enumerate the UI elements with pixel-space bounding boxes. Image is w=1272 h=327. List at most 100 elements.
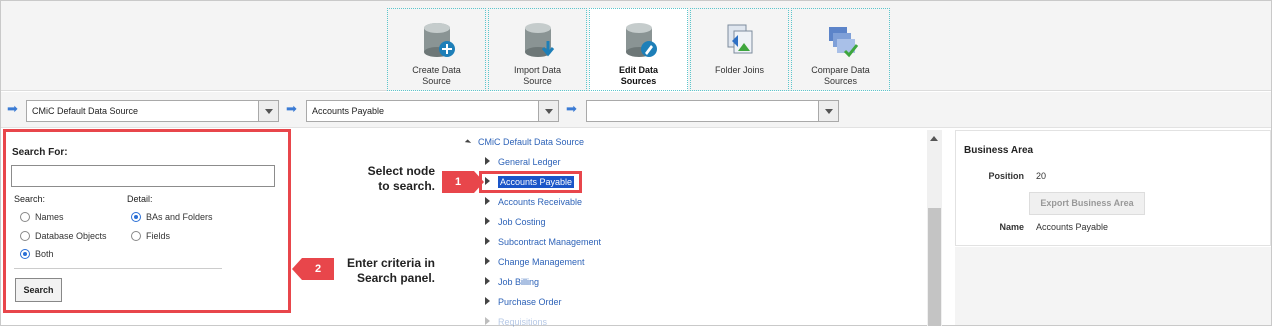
- radio-names[interactable]: Names: [20, 212, 64, 222]
- business-area-title: Business Area: [964, 145, 1034, 156]
- tree-node-label: Job Costing: [498, 217, 546, 227]
- compare-data-sources-button[interactable]: Compare Data Sources: [791, 8, 890, 91]
- tree-node-label: Change Management: [498, 257, 585, 267]
- position-label: Position: [988, 171, 1025, 181]
- radio-label: Database Objects: [35, 231, 107, 241]
- database-add-icon: [424, 23, 455, 57]
- callout-1-text: Select node to search.: [340, 164, 435, 194]
- radio-button[interactable]: [131, 212, 141, 222]
- tool-label: Source: [523, 76, 552, 86]
- collapsed-icon[interactable]: [485, 197, 490, 205]
- collapsed-icon[interactable]: [485, 257, 490, 265]
- radio-label: BAs and Folders: [146, 212, 213, 222]
- tree-node-label: Accounts Payable: [498, 176, 575, 188]
- tool-label: Sources: [823, 76, 858, 86]
- radio-label: Names: [35, 212, 64, 222]
- callout-2-line-2: Search panel.: [356, 271, 435, 285]
- radio-label: Both: [35, 249, 54, 259]
- radio-button[interactable]: [20, 249, 30, 259]
- selector-row: ➡ CMiC Default Data Source ➡ Accounts Pa…: [1, 92, 1271, 128]
- callout-2-line-1: Enter criteria in: [346, 256, 435, 270]
- folder-select[interactable]: [586, 100, 839, 122]
- collapsed-icon[interactable]: [485, 297, 490, 305]
- tree-node[interactable]: Job Billing: [485, 277, 539, 287]
- callout-2-text: Enter criteria in Search panel.: [330, 256, 435, 286]
- scroll-up-icon[interactable]: [930, 136, 938, 141]
- tree-node[interactable]: Purchase Order: [485, 297, 562, 307]
- tree-node-label: Subcontract Management: [498, 237, 602, 247]
- panel-background: [955, 247, 1271, 325]
- chevron-down-icon[interactable]: [818, 101, 838, 121]
- radio-label: Fields: [146, 231, 171, 241]
- tree-node-label: Accounts Receivable: [498, 197, 583, 207]
- expanded-icon[interactable]: [464, 139, 472, 146]
- search-panel-title: Search For:: [12, 147, 68, 158]
- tree-scrollbar[interactable]: [927, 130, 942, 326]
- tool-label: Sources: [620, 76, 657, 86]
- collapsed-icon[interactable]: [485, 157, 490, 165]
- callout-1-line-1: Select node: [367, 164, 435, 178]
- radio-database-objects[interactable]: Database Objects: [20, 231, 107, 241]
- collapsed-icon[interactable]: [485, 277, 490, 285]
- tree-node-label: Purchase Order: [498, 297, 562, 307]
- search-input[interactable]: [11, 165, 275, 187]
- tree-node[interactable]: Accounts Receivable: [485, 197, 582, 207]
- collapsed-icon[interactable]: [485, 317, 490, 325]
- arrow-right-icon: ➡: [7, 101, 18, 116]
- arrow-right-icon: ➡: [566, 101, 577, 116]
- name-value: Accounts Payable: [1036, 222, 1109, 232]
- position-value: 20: [1036, 171, 1047, 181]
- business-area-select[interactable]: Accounts Payable: [306, 100, 559, 122]
- tool-label: Edit Data: [618, 65, 658, 75]
- folder-joins-button[interactable]: Folder Joins: [690, 8, 789, 91]
- radio-bas-and-folders[interactable]: BAs and Folders: [131, 212, 213, 222]
- tree-node-label: General Ledger: [498, 157, 561, 167]
- database-import-icon: [525, 23, 555, 57]
- tree-node[interactable]: Job Costing: [485, 217, 546, 227]
- tree-node-label: Job Billing: [498, 277, 540, 287]
- radio-button[interactable]: [20, 231, 30, 241]
- edit-data-sources-button[interactable]: Edit Data Sources: [589, 8, 688, 91]
- folder-joins-icon: [727, 24, 753, 54]
- create-data-source-button[interactable]: Create Data Source: [387, 8, 486, 91]
- detail-label: Detail:: [127, 194, 153, 204]
- collapsed-icon[interactable]: [485, 237, 490, 245]
- export-business-area-button[interactable]: Export Business Area: [1029, 192, 1145, 215]
- compare-icon: [829, 27, 859, 58]
- tool-label: Create Data: [412, 65, 461, 75]
- arrow-right-icon: ➡: [286, 101, 297, 116]
- collapsed-icon[interactable]: [485, 177, 490, 185]
- radio-fields[interactable]: Fields: [131, 231, 170, 241]
- collapsed-icon[interactable]: [485, 217, 490, 225]
- data-source-select[interactable]: CMiC Default Data Source: [26, 100, 279, 122]
- radio-button[interactable]: [131, 231, 141, 241]
- search-button[interactable]: Search: [15, 278, 62, 302]
- divider: [14, 268, 222, 269]
- radio-both[interactable]: Both: [20, 249, 54, 259]
- tool-label: Import Data: [513, 65, 562, 75]
- tree-root-label: CMiC Default Data Source: [478, 137, 585, 147]
- callout-1-badge: 1: [442, 171, 484, 193]
- tool-label: Source: [422, 76, 451, 86]
- tool-label: Folder Joins: [714, 65, 765, 75]
- radio-button[interactable]: [20, 212, 30, 222]
- toolbar: Create Data Source Import Data Source Edit…: [1, 1, 1271, 91]
- tree-root[interactable]: CMiC Default Data Source: [464, 137, 585, 147]
- name-label: Name: [999, 222, 1024, 232]
- tree-node[interactable]: Change Management: [485, 257, 585, 267]
- scroll-thumb[interactable]: [928, 208, 941, 326]
- tree-node[interactable]: General Ledger: [485, 157, 561, 167]
- import-data-source-button[interactable]: Import Data Source: [488, 8, 587, 91]
- data-source-value: CMiC Default Data Source: [32, 106, 139, 116]
- search-label: Search:: [14, 194, 46, 204]
- chevron-down-icon[interactable]: [258, 101, 278, 121]
- business-area-panel: Business Area Position 20 Export Busines…: [955, 130, 1271, 246]
- database-edit-icon: [626, 23, 657, 57]
- chevron-down-icon[interactable]: [538, 101, 558, 121]
- tree-node[interactable]: Subcontract Management: [485, 237, 601, 247]
- business-area-value: Accounts Payable: [312, 106, 385, 116]
- search-panel: Search For: Search: Detail: Names Databa…: [3, 129, 291, 313]
- tool-label: Compare Data: [811, 65, 870, 75]
- tree-node-selected[interactable]: Accounts Payable: [485, 176, 575, 188]
- callout-1-line-2: to search.: [378, 179, 435, 193]
